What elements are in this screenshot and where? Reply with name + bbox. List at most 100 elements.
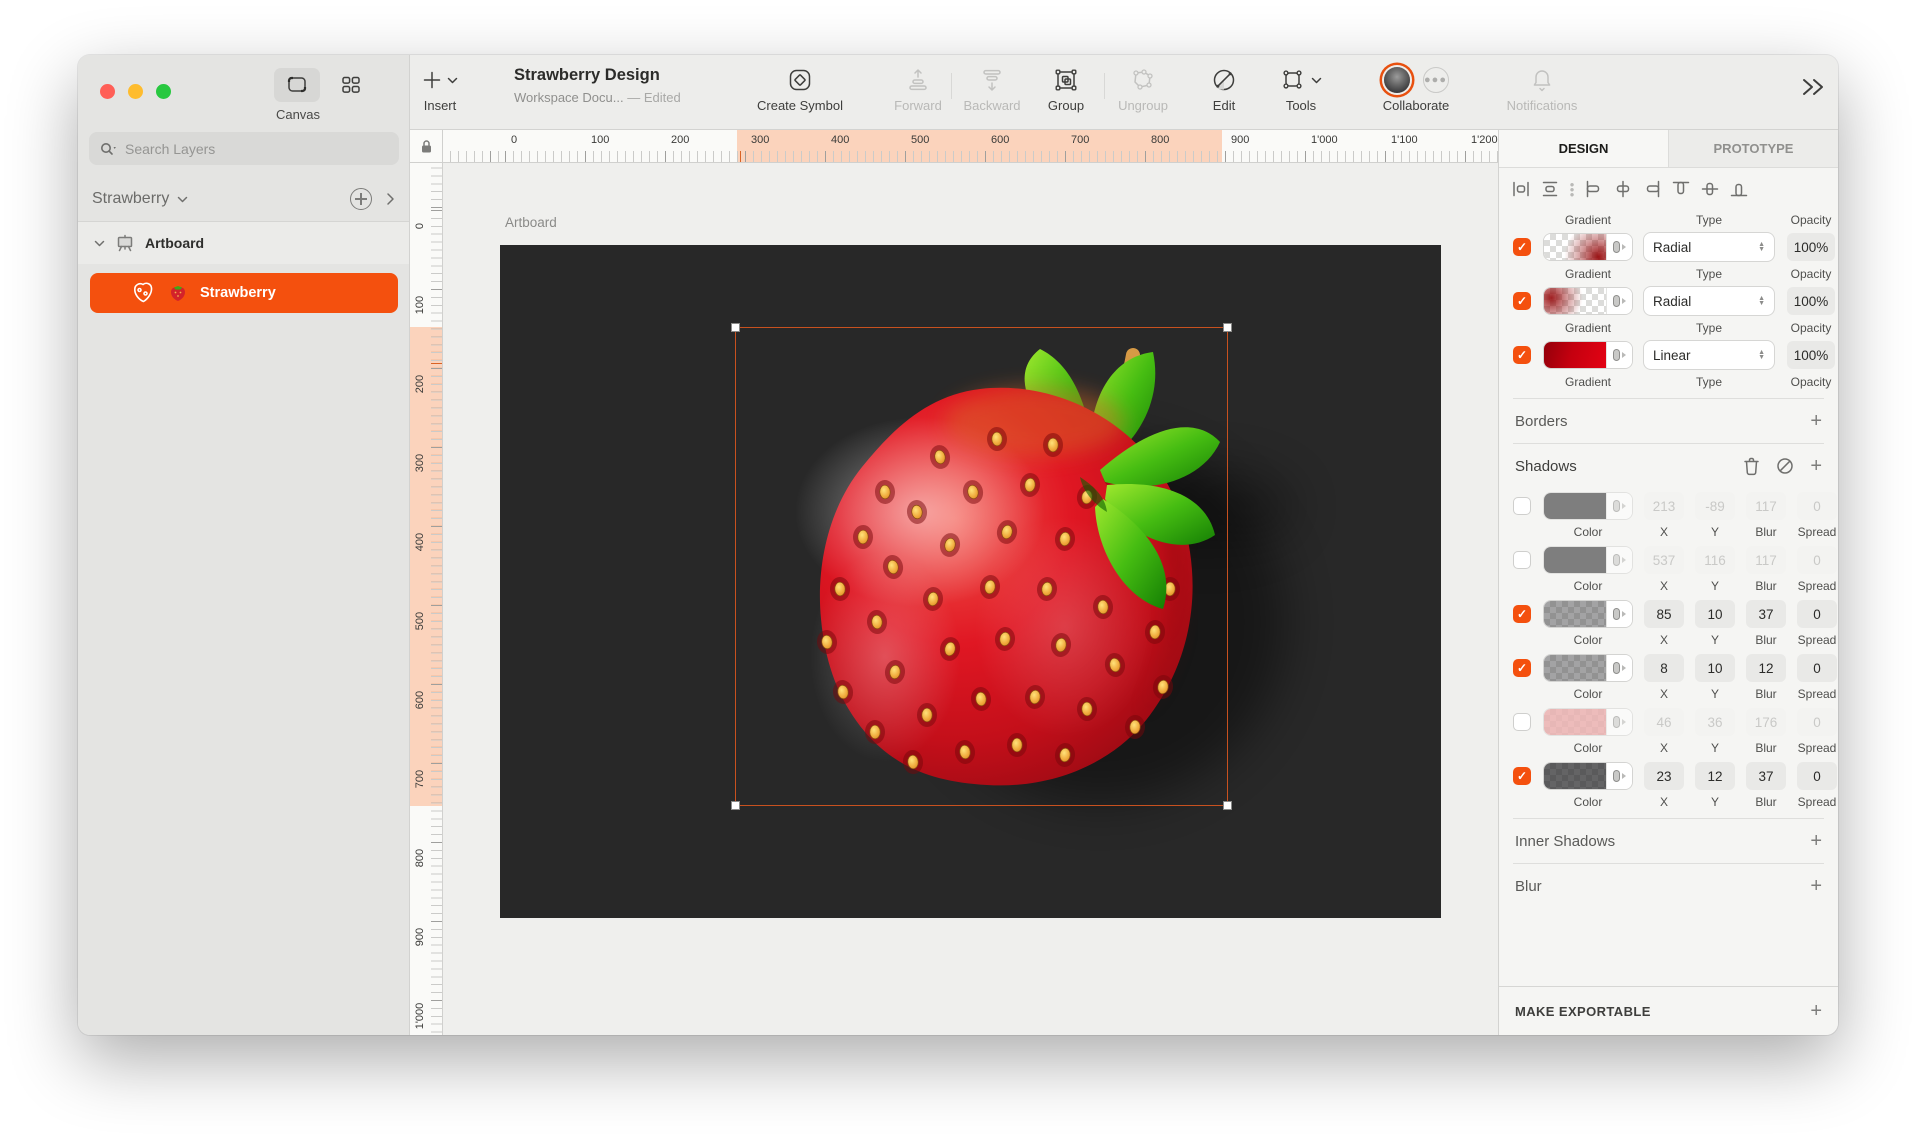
zoom-window-button[interactable] (156, 84, 171, 99)
close-window-button[interactable] (100, 84, 115, 99)
shadow-x-field[interactable]: 537 (1644, 546, 1684, 574)
tab-design[interactable]: DESIGN (1499, 130, 1669, 167)
resize-handle-top-right[interactable] (1223, 323, 1232, 332)
gradient-swatch[interactable] (1543, 341, 1633, 369)
shadow-spread-field[interactable]: 0 (1797, 762, 1837, 790)
collaborate-more-button[interactable]: ●●● (1422, 67, 1449, 93)
align-left-icon[interactable] (1584, 179, 1604, 199)
delete-shadow-button[interactable] (1743, 457, 1760, 476)
lock-icon[interactable] (420, 139, 433, 154)
shadow-blur-field[interactable]: 117 (1746, 492, 1786, 520)
create-symbol-button[interactable]: Create Symbol (750, 65, 850, 113)
chevron-down-icon[interactable] (177, 196, 188, 203)
tools-button[interactable]: Tools (1272, 65, 1330, 113)
add-border-button[interactable]: + (1810, 410, 1822, 433)
shadow-blur-field[interactable]: 176 (1746, 708, 1786, 736)
add-inner-shadow-button[interactable]: + (1810, 830, 1822, 853)
distribute-horizontal-icon[interactable] (1511, 179, 1531, 199)
color-picker-button[interactable] (1606, 547, 1632, 573)
shadow-enabled-checkbox[interactable] (1513, 713, 1531, 731)
shadow-y-field[interactable]: 10 (1695, 600, 1735, 628)
resize-handle-bottom-right[interactable] (1223, 801, 1232, 810)
disable-shadows-button[interactable] (1776, 457, 1794, 475)
shadow-x-field[interactable]: 46 (1644, 708, 1684, 736)
shadow-enabled-checkbox[interactable] (1513, 659, 1531, 677)
distribute-vertical-icon[interactable] (1540, 179, 1560, 199)
shadow-spread-field[interactable]: 0 (1797, 654, 1837, 682)
fill-enabled-checkbox[interactable] (1513, 238, 1531, 256)
align-bottom-icon[interactable] (1729, 179, 1749, 199)
fill-enabled-checkbox[interactable] (1513, 346, 1531, 364)
components-view-toggle[interactable] (336, 72, 366, 98)
add-page-button[interactable] (350, 188, 372, 210)
tab-prototype[interactable]: PROTOTYPE (1669, 130, 1838, 167)
opacity-field[interactable]: 100% (1787, 287, 1835, 315)
shadow-y-field[interactable]: -89 (1695, 492, 1735, 520)
search-field[interactable] (89, 132, 399, 165)
align-right-icon[interactable] (1642, 179, 1662, 199)
resize-handle-bottom-left[interactable] (731, 801, 740, 810)
shadow-y-field[interactable]: 116 (1695, 546, 1735, 574)
shadow-color-swatch[interactable] (1543, 600, 1633, 628)
opacity-field[interactable]: 100% (1787, 233, 1835, 261)
shadow-color-swatch[interactable] (1543, 492, 1633, 520)
color-picker-button[interactable] (1606, 342, 1632, 368)
shadow-blur-field[interactable]: 37 (1746, 762, 1786, 790)
gradient-type-dropdown[interactable]: Linear ▲ ▼ (1643, 340, 1775, 370)
color-picker-button[interactable] (1606, 288, 1632, 314)
shadow-blur-field[interactable]: 12 (1746, 654, 1786, 682)
gradient-swatch[interactable] (1543, 287, 1633, 315)
shadow-enabled-checkbox[interactable] (1513, 605, 1531, 623)
page-name[interactable]: Strawberry (92, 190, 169, 208)
gradient-swatch[interactable] (1543, 233, 1633, 261)
insert-button[interactable]: Insert (422, 65, 458, 113)
search-input[interactable] (125, 140, 355, 157)
collaborate-button[interactable]: ●●● Collaborate (1368, 65, 1464, 113)
document-title[interactable]: Strawberry Design Workspace Docu... — Ed… (514, 66, 681, 105)
selection-box[interactable] (731, 323, 1232, 810)
opacity-field[interactable]: 100% (1787, 341, 1835, 369)
gradient-type-dropdown[interactable]: Radial ▲ ▼ (1643, 232, 1775, 262)
canvas-viewport[interactable]: Artboard (443, 163, 1498, 1035)
shadow-spread-field[interactable]: 0 (1797, 546, 1837, 574)
align-middle-vertical-icon[interactable] (1700, 179, 1720, 199)
shadow-color-swatch[interactable] (1543, 654, 1633, 682)
color-picker-button[interactable] (1606, 763, 1632, 789)
shadow-spread-field[interactable]: 0 (1797, 492, 1837, 520)
shadow-enabled-checkbox[interactable] (1513, 551, 1531, 569)
shadow-x-field[interactable]: 85 (1644, 600, 1684, 628)
shadow-y-field[interactable]: 36 (1695, 708, 1735, 736)
vertical-ruler[interactable]: 0 100 200 300 400 500 600 700 800 900 1'000 (410, 163, 443, 1035)
artboard-title[interactable]: Artboard (505, 215, 557, 230)
shadow-color-swatch[interactable] (1543, 546, 1633, 574)
fill-enabled-checkbox[interactable] (1513, 292, 1531, 310)
shadow-enabled-checkbox[interactable] (1513, 497, 1531, 515)
color-picker-button[interactable] (1606, 234, 1632, 260)
shadow-color-swatch[interactable] (1543, 708, 1633, 736)
add-export-button[interactable]: + (1810, 1000, 1822, 1023)
align-top-icon[interactable] (1671, 179, 1691, 199)
shadow-x-field[interactable]: 23 (1644, 762, 1684, 790)
color-picker-button[interactable] (1606, 601, 1632, 627)
shadow-spread-field[interactable]: 0 (1797, 600, 1837, 628)
gradient-type-dropdown[interactable]: Radial ▲ ▼ (1643, 286, 1775, 316)
shadow-blur-field[interactable]: 117 (1746, 546, 1786, 574)
shadow-color-swatch[interactable] (1543, 762, 1633, 790)
edit-button[interactable]: Edit (1202, 65, 1246, 113)
resize-handle-top-left[interactable] (731, 323, 740, 332)
shadow-x-field[interactable]: 8 (1644, 654, 1684, 682)
group-button[interactable]: Group (1040, 65, 1092, 113)
disclosure-chevron-icon[interactable] (94, 240, 105, 247)
color-picker-button[interactable] (1606, 655, 1632, 681)
color-picker-button[interactable] (1606, 493, 1632, 519)
color-picker-button[interactable] (1606, 709, 1632, 735)
horizontal-ruler[interactable]: 0 100 200 300 400 500 600 700 800 900 1'000 1'100 1'… (410, 130, 1498, 163)
shadow-y-field[interactable]: 12 (1695, 762, 1735, 790)
layer-item-artboard[interactable]: Artboard (78, 222, 409, 264)
chevron-right-icon[interactable] (386, 192, 395, 206)
collapse-panels-icon[interactable] (1798, 77, 1828, 97)
add-blur-button[interactable]: + (1810, 875, 1822, 898)
shadow-spread-field[interactable]: 0 (1797, 708, 1837, 736)
canvas-view-toggle[interactable] (274, 68, 320, 102)
layer-item-strawberry-selected[interactable]: Strawberry (90, 273, 398, 313)
